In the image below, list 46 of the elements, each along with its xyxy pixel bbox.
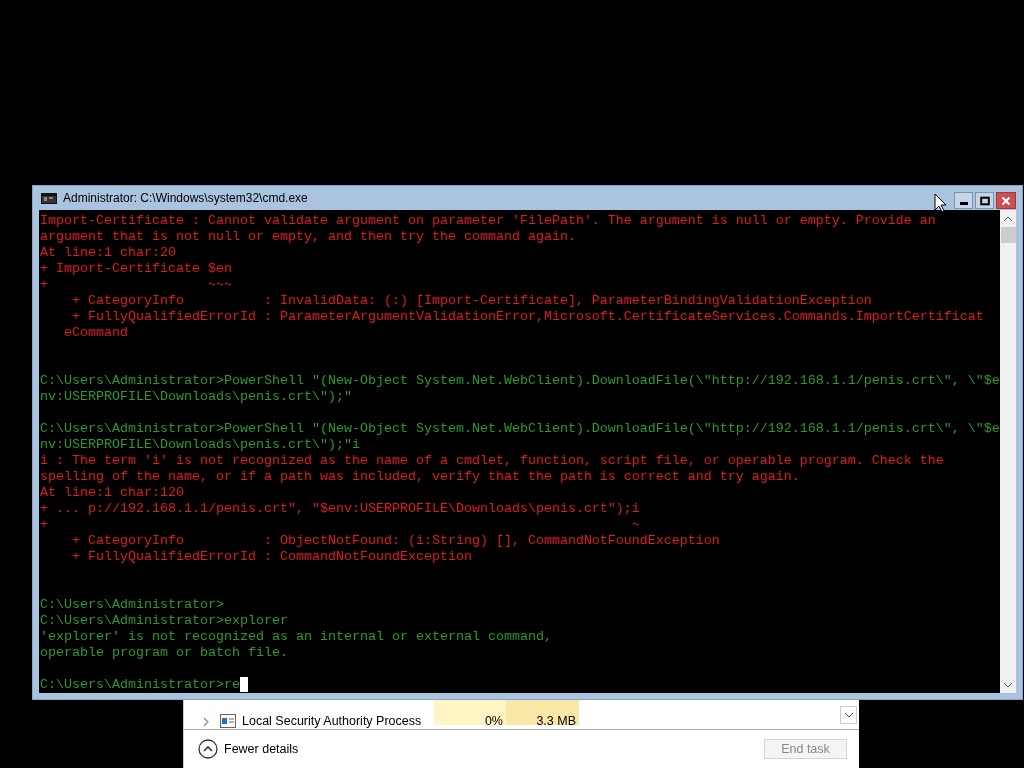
minimize-button[interactable] [954, 192, 973, 209]
fewer-details-button[interactable]: Fewer details [198, 739, 299, 759]
error-line: i : The term 'i' is not recognized as the name of a cmdlet, function, script file, or operable program. Check the [40, 453, 945, 469]
console-line: C:\Users\Administrator>explorer [40, 613, 289, 629]
console-line: 'explorer' is not recognized as an internal or external command, [40, 629, 553, 645]
error-line: + CategoryInfo : ObjectNotFound: (i:String) [], CommandNotFoundException [71, 533, 721, 549]
close-icon [1001, 195, 1011, 206]
cpu-cell: 0% [434, 700, 506, 725]
minimize-icon [959, 201, 968, 205]
error-line: + ~~~ [40, 277, 233, 293]
chevron-down-icon [843, 712, 854, 718]
app-window-icon [220, 714, 236, 728]
error-line: At line:1 char:120 [40, 485, 185, 501]
console-line: nv:USERPROFILE\Downloads\penis.crt\");" [40, 389, 353, 405]
console-line: C:\Users\Administrator> [40, 597, 225, 613]
error-line: Import-Certificate : Cannot validate argument on parameter 'FilePath'. The argument is null or empty. Provide an [40, 213, 937, 229]
error-line: + CategoryInfo : InvalidData: (:) [Import-Certificate], ParameterBindingValidationException [71, 293, 873, 309]
process-name: Local Security Authority Process [242, 713, 423, 728]
console-line: C:\Users\Administrator>PowerShell "(New-Object System.Net.WebClient).DownloadFile(\"http://192.168.1.1/penis.crt\", \"$e [40, 373, 1000, 389]
mouse-pointer-icon [934, 193, 947, 213]
error-line: eCommand [63, 325, 129, 341]
close-button[interactable] [996, 192, 1016, 209]
error-line: + FullyQualifiedErrorId : ParameterArgumentValidationError,Microsoft.CertificateServices.Commands.ImportCertificat [71, 309, 985, 325]
maximize-button[interactable] [975, 192, 994, 209]
text-cursor [239, 677, 248, 692]
scroll-down-icon[interactable] [1003, 681, 1013, 688]
scroll-up-icon[interactable] [1003, 215, 1013, 222]
command-prompt[interactable]: C:\Users\Administrator>re [40, 677, 240, 692]
scroll-down-button[interactable] [840, 706, 857, 724]
error-line: + Import-Certificate $en [40, 261, 233, 277]
console-line: C:\Users\Administrator>PowerShell "(New-Object System.Net.WebClient).DownloadFile(\"http://192.168.1.1/penis.crt\", \"$e [40, 421, 1000, 437]
scrollbar[interactable] [1000, 210, 1016, 693]
window-title: Administrator: C:\Windows\system32\cmd.exe [63, 191, 308, 205]
console-line: operable program or batch file. [40, 645, 289, 661]
scroll-thumb[interactable] [1000, 227, 1016, 243]
error-line: + ~ [40, 517, 641, 533]
console-icon [41, 192, 57, 204]
maximize-icon [979, 195, 990, 206]
chevron-up-icon [198, 739, 218, 759]
error-line: argument that is not null or empty, and then try the command again. [40, 229, 577, 245]
error-line: + ... p://192.168.1.1/penis.crt", "$env:USERPROFILE\Downloads\penis.crt");i [40, 501, 641, 517]
console-line: nv:USERPROFILE\Downloads\penis.crt\");"i [40, 437, 361, 453]
error-line: + FullyQualifiedErrorId : CommandNotFoundException [71, 549, 473, 565]
error-line: At line:1 char:20 [40, 245, 177, 261]
error-line: spelling of the name, or if a path was included, verify that the path is correct and try again. [40, 469, 801, 485]
memory-cell: 3.3 MB [506, 700, 579, 725]
